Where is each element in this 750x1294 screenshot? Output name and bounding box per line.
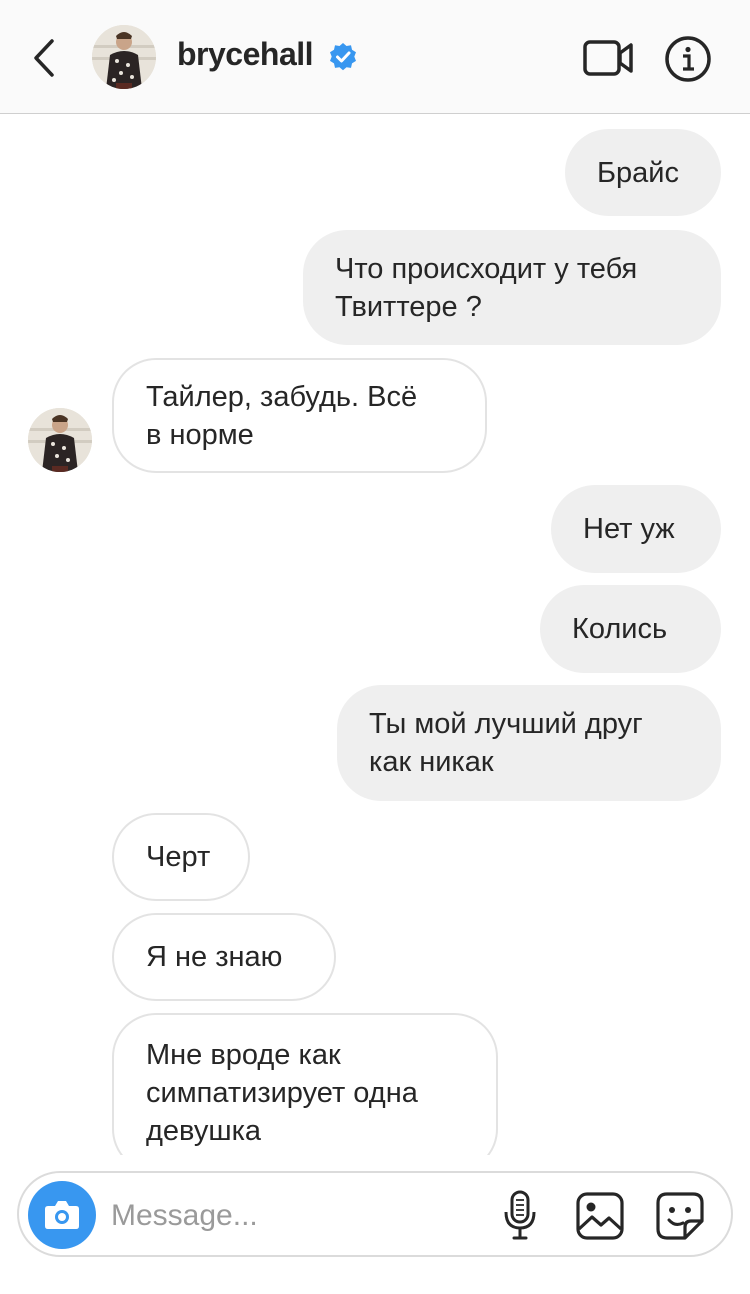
info-circle-icon <box>665 36 711 82</box>
back-button[interactable] <box>24 33 68 83</box>
camera-button[interactable] <box>28 1181 96 1249</box>
voice-message-button[interactable] <box>501 1190 539 1242</box>
incoming-message[interactable]: Я не знаю <box>112 913 336 1001</box>
outgoing-message[interactable]: Нет уж <box>551 485 721 573</box>
profile-photo <box>92 25 156 89</box>
message-thread[interactable]: Брайс Что происходит у тебя Твиттере ? Т… <box>0 115 750 1155</box>
chevron-left-icon <box>34 39 54 77</box>
conversation-username[interactable]: brycehall <box>177 36 314 73</box>
outgoing-message[interactable]: Что происходит у тебя Твиттере ? <box>303 230 721 345</box>
profile-photo <box>28 408 92 472</box>
message-input[interactable] <box>109 1189 483 1243</box>
incoming-message[interactable]: Черт <box>112 813 250 901</box>
gallery-button[interactable] <box>575 1191 625 1241</box>
video-camera-icon <box>583 40 633 76</box>
sender-avatar[interactable] <box>28 408 92 472</box>
outgoing-message[interactable]: Ты мой лучший друг как никак <box>337 685 721 801</box>
outgoing-message[interactable]: Брайс <box>565 129 721 216</box>
video-call-button[interactable] <box>583 36 635 80</box>
incoming-message[interactable]: Тайлер, забудь. Всё в норме <box>112 358 487 473</box>
image-gallery-icon <box>576 1192 624 1240</box>
incoming-message[interactable]: Мне вроде как симпатизирует одна девушка <box>112 1013 498 1155</box>
message-composer <box>17 1171 733 1257</box>
conversation-info-button[interactable] <box>664 35 712 83</box>
camera-icon <box>45 1201 79 1229</box>
conversation-header: brycehall <box>0 0 750 114</box>
verified-badge-icon <box>328 42 358 72</box>
sticker-icon <box>656 1192 704 1240</box>
outgoing-message[interactable]: Колись <box>540 585 721 673</box>
sticker-button[interactable] <box>655 1191 705 1241</box>
microphone-icon <box>504 1190 536 1240</box>
header-avatar[interactable] <box>92 25 156 89</box>
